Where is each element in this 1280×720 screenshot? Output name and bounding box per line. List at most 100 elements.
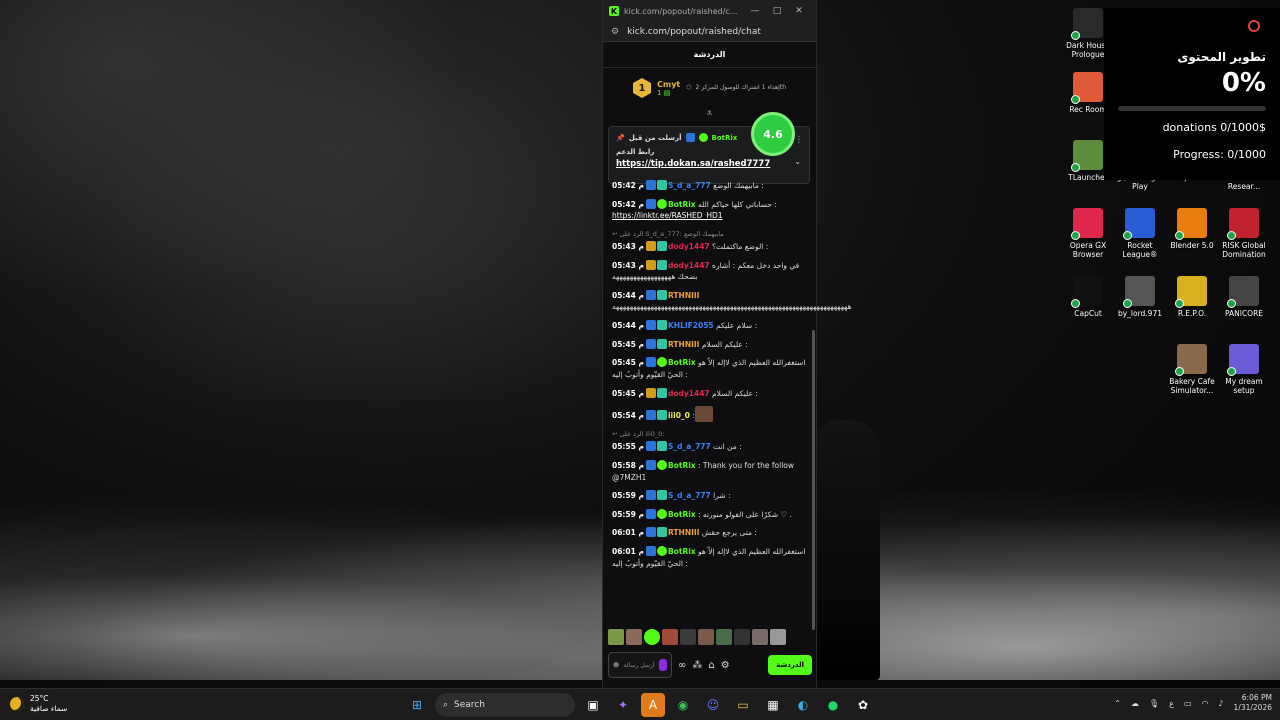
chat-message[interactable]: 06:01 م RTHNIII متى يرجع حقش : [612,527,808,539]
emote-icon[interactable] [680,629,696,645]
message-username[interactable]: S_d_a_777 [668,442,711,451]
chat-message[interactable]: 06:01 م BotRix استغفرالله العظيم الذي لاإ… [612,546,808,569]
chat-message[interactable]: 05:59 م S_d_a_777 شرا : [612,490,808,502]
chat-message[interactable]: 05:58 م BotRix : Thank you for the follow… [612,459,808,483]
emote-icon[interactable] [644,629,660,645]
chat-message[interactable]: 05:42 م S_d_a_777 مابيهمك الوضع : [612,180,808,192]
user-badge-icon [645,289,656,300]
wifi-icon[interactable]: ◠ [1201,699,1208,708]
more-options-icon[interactable]: ⋮ [795,135,803,144]
emoji-picker-icon[interactable]: ☻ [613,662,619,669]
emote-icon[interactable] [608,629,624,645]
emote-icon[interactable] [698,629,714,645]
wallpaper-figure [810,420,880,680]
chat-message[interactable]: 05:45 م dody1447 عليكم السلام : [612,387,808,400]
address-bar[interactable]: ⚙ kick.com/popout/raished/chat [603,22,816,42]
emote-icon[interactable] [716,629,732,645]
store-icon[interactable]: ⌂ [708,660,714,671]
desktop-icon[interactable]: by_lord.971 [1114,276,1166,318]
message-username[interactable]: RTHNIII [668,528,699,537]
spotify-icon[interactable]: ● [821,693,845,717]
chat-message[interactable]: 05:55 م S_d_a_777 من انت : [612,441,808,453]
weather-widget[interactable]: 25°C سماء صافية [10,694,67,714]
discord-icon[interactable]: ☺ [701,693,725,717]
mic-icon[interactable]: 🎙 [1149,699,1159,708]
desktop-icon[interactable]: CapCut [1062,276,1114,318]
chat-message[interactable]: 05:59 م BotRix : شكرًا على الفولو منورته … [612,508,808,521]
user-badge-icon [645,527,656,538]
clock[interactable]: 6:06 PM 1/31/2026 [1234,693,1272,713]
close-icon[interactable]: ✕ [788,6,810,16]
app-icon[interactable]: A [641,693,665,717]
chat-input[interactable]: ☻ أرسل رسالة [608,652,672,678]
desktop-icon[interactable]: My dream setup [1218,344,1270,396]
weather-condition: سماء صافية [30,703,68,713]
volume-icon[interactable]: ♪ [1218,699,1223,708]
message-username[interactable]: KHLIF2055 [668,321,714,330]
store-icon[interactable]: ▦ [761,693,785,717]
message-username[interactable]: dody1447 [668,242,710,251]
emote-icon[interactable] [752,629,768,645]
message-username[interactable]: RTHNIII [668,291,699,300]
desktop-icon[interactable]: PANICORE [1218,276,1270,318]
gear-icon[interactable]: ⚙ [721,660,730,671]
clock-time: 6:06 PM [1241,693,1272,702]
start-icon[interactable]: ⊞ [405,693,429,717]
message-username[interactable]: iii0_0 [668,411,690,420]
sync-check-icon [1175,299,1184,308]
chat-scrollbar[interactable] [812,330,815,630]
message-username[interactable]: dody1447 [668,389,710,398]
message-username[interactable]: BotRix [668,547,696,556]
chat-message[interactable]: 05:54 م iii0_0 : [612,406,808,423]
message-username[interactable]: BotRix [668,358,696,367]
desktop-icon[interactable]: Rocket League® [1114,208,1166,260]
language-indicator[interactable]: ع [1169,699,1174,708]
desktop-icon[interactable]: Blender 5.0 [1166,208,1218,250]
top-gifter-banner[interactable]: 1 Cmyt 1 ▤ ⬡ إهداء 1 اشتراك للوصول للمرك… [603,68,816,108]
desktop-icon[interactable]: RISK Global Domination [1218,208,1270,260]
edge-icon[interactable]: ◐ [791,693,815,717]
pinned-link[interactable]: https://tip.dokan.sa/rashed7777 [616,159,802,169]
message-username[interactable]: RTHNIII [668,340,699,349]
emote-icon[interactable] [626,629,642,645]
chat-message[interactable]: 05:42 م BotRix حساباتي كلها حياكم الله : h… [612,198,808,222]
app-icon[interactable]: ✿ [851,693,875,717]
emote-icon[interactable] [770,629,786,645]
infinity-icon[interactable]: ∞ [678,660,686,671]
chat-message[interactable]: 05:44 م KHLIF2055 سلام عليكم : [612,320,808,332]
emote-icon[interactable] [662,629,678,645]
message-username[interactable]: BotRix [668,200,696,209]
app-icon [1227,276,1259,308]
task-view-icon[interactable]: ▣ [581,693,605,717]
message-username[interactable]: S_d_a_777 [668,491,711,500]
chat-message[interactable]: 05:43 م dody1447 الوضع ماكتملت؟ : [612,240,808,253]
widget-logo-icon [1248,20,1260,32]
site-settings-icon[interactable]: ⚙ [611,27,619,37]
chat-message[interactable]: 05:43 م dody1447 في واحد دخل معكم : أشاره… [612,259,808,283]
chat-message[interactable]: 05:45 م RTHNIII عليكم السلام : [612,338,808,351]
chat-message[interactable]: 05:45 م BotRix استغفرالله العظيم الذي لاإ… [612,357,808,380]
display-icon[interactable]: ▭ [1184,699,1192,708]
chat-message[interactable]: 05:44 م RTHNIII ههههههههههههههههههههههههه… [612,289,852,313]
maximize-icon[interactable]: □ [766,6,788,16]
desktop-icon[interactable]: Bakery Cafe Simulator... [1166,344,1218,396]
taskbar-search[interactable]: ⌕ Search [435,693,575,717]
desktop-icon[interactable]: Opera GX Browser [1062,208,1114,260]
desktop-icon[interactable]: R.E.P.O. [1166,276,1218,318]
subscriber-badge-icon [656,180,667,190]
chrome-icon[interactable]: ◉ [671,693,695,717]
message-username[interactable]: dody1447 [668,261,710,270]
chevron-down-icon[interactable]: ⌄ [794,157,801,166]
message-username[interactable]: BotRix [668,510,696,519]
chevron-up-icon[interactable]: ⌃ [1114,699,1121,708]
emote-icon[interactable] [734,629,750,645]
cloud-icon[interactable]: ☁ [1131,699,1139,708]
minimize-icon[interactable]: — [744,6,766,16]
copilot-icon[interactable]: ✦ [611,693,635,717]
message-username[interactable]: S_d_a_777 [668,181,711,190]
file-explorer-icon[interactable]: ▭ [731,693,755,717]
people-icon[interactable]: ⁂ [692,660,702,671]
message-link[interactable]: https://linktr.ee/RASHED_HD1 [612,211,723,220]
message-username[interactable]: BotRix [668,461,696,470]
chat-send-button[interactable]: الدردشة [768,655,812,675]
